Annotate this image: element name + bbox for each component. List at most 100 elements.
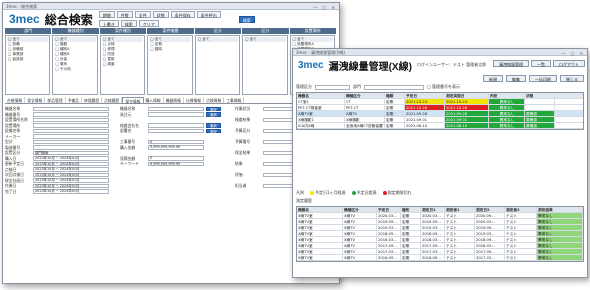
history-cell: テスト [445, 249, 475, 254]
legend-text: 測定期限切れ [387, 190, 412, 195]
select-button[interactable]: 選択 [206, 128, 221, 133]
form-input[interactable] [148, 106, 204, 111]
form-row: 完了日 2023年10月 ~ 2024年01月 [5, 189, 115, 195]
form-input[interactable]: 2023年10月 ~ 2024年01月 [33, 172, 109, 177]
form-input[interactable] [33, 112, 109, 117]
action-button[interactable]: 閉じる [560, 75, 584, 82]
history-cell: 2018.03... [475, 243, 505, 248]
form-input[interactable] [33, 128, 109, 133]
toolbar-button[interactable]: クリア [138, 20, 159, 27]
toolbar-button[interactable]: 条件保存 [170, 11, 195, 18]
column-header[interactable]: 種別 [401, 207, 421, 212]
filter-select[interactable] [315, 84, 350, 90]
action-button[interactable]: 新規 [483, 75, 503, 82]
header-nav-button[interactable]: 漏洩線量管理 [493, 60, 529, 67]
filter-box-all-checkbox[interactable]: □ 全て [196, 37, 239, 42]
history-cell: X線TV [343, 231, 377, 236]
tab-item[interactable]: 仕様情報 [184, 97, 205, 103]
toolbar-button[interactable]: 全件 [134, 11, 151, 18]
form-input[interactable]: 2023年10月 ~ 2024年01月 [33, 178, 109, 183]
history-cell: 2019.03... [475, 231, 505, 236]
column-header[interactable]: 状態 [525, 93, 555, 98]
column-header[interactable]: 測定者2 [505, 207, 537, 212]
filter-box-all-checkbox[interactable]: □ 全て [244, 37, 286, 42]
action-button[interactable]: 一括印刷 [529, 75, 557, 82]
form-input[interactable] [33, 139, 109, 144]
column-header[interactable]: 測定日2 [475, 207, 505, 212]
form-input[interactable]: 2023年10月 ~ 2024年01月 [33, 156, 109, 161]
tab-item[interactable]: 保全情報 [25, 97, 46, 103]
window-controls[interactable]: — ▢ ✕ [313, 4, 337, 11]
tab-item[interactable]: 予備品 [66, 97, 82, 103]
table-cell: 2021.08.10 [445, 123, 489, 128]
filter-checkbox-item[interactable]: □ 調査 [102, 62, 143, 67]
form-input[interactable]: 2023年10月 ~ 2024年01月 [33, 161, 109, 166]
toolbar-button[interactable]: 検索 [120, 20, 137, 27]
history-row[interactable]: X線TV室 X線TV 2016.09... 定期 2016.09... テスト 2017.0… [297, 255, 583, 261]
form-input[interactable]: 部門検索 [33, 150, 109, 155]
form-input[interactable]: 2023年10月 ~ 2024年01月 [33, 183, 109, 188]
filter-checkbox-item[interactable]: □ 臨時 [149, 47, 190, 52]
form-input[interactable] [148, 123, 204, 128]
form-row: 部署名 選択 [120, 128, 230, 134]
column-header[interactable]: 予定日 [405, 93, 445, 98]
tab-item[interactable]: 点検履歴 [102, 97, 123, 103]
form-input[interactable] [33, 145, 109, 150]
select-button[interactable]: 選択 [206, 112, 221, 117]
tab-item[interactable]: 部品管理 [45, 97, 66, 103]
toolbar-button[interactable]: 条件呼出 [196, 11, 221, 18]
form-input[interactable] [33, 117, 109, 122]
toolbar-button[interactable]: 状態 [152, 11, 169, 18]
form-input[interactable] [148, 128, 204, 133]
tab-item[interactable]: 台帳情報 [5, 97, 26, 103]
column-header[interactable]: 種類 [385, 93, 405, 98]
select-button[interactable]: 選択 [206, 106, 221, 111]
filter-checkbox-item[interactable]: □ 製造部 [7, 57, 48, 62]
tab-item[interactable]: 購入情報 [144, 97, 164, 103]
history-cell: 2017.03... [421, 249, 445, 254]
tab-item[interactable]: 工事情報 [224, 97, 245, 103]
header-nav-button[interactable]: 一覧 [531, 60, 551, 67]
column-header[interactable]: 測定結果 [537, 207, 583, 212]
toolbar-button[interactable]: 期間 [98, 11, 115, 18]
filter3-label[interactable]: □ 管理番号を表示 [427, 84, 460, 90]
history-cell: テスト [505, 219, 537, 224]
column-header[interactable]: 機器名 [297, 207, 343, 212]
search-button[interactable]: 検索 [238, 15, 255, 23]
column-header[interactable]: 測定者1 [445, 207, 475, 212]
filter2-select[interactable] [364, 84, 424, 90]
table-cell: 2021.10.24 [405, 99, 445, 104]
form-input[interactable] [33, 134, 109, 139]
form-input[interactable]: 9,999,999,999.99 [148, 161, 204, 166]
tab-item[interactable]: 機器情報 [164, 97, 184, 103]
table-row[interactable]: ICU内X線 全身用X線CT診断装置 定期 2021.08.10 2021.08.10 異… [297, 123, 583, 129]
tab-item[interactable]: 修理履歴 [82, 97, 103, 103]
form-input[interactable]: 0 [148, 156, 204, 161]
table-cell: 定期 [385, 99, 405, 104]
window-title: 3mec - 総合検索 [6, 4, 38, 9]
tab-item[interactable]: 点検情報 [204, 97, 225, 103]
tab-item[interactable]: 保守情報 [122, 97, 144, 104]
column-header[interactable]: 測定日1 [421, 207, 445, 212]
select-button[interactable]: 選択 [206, 123, 221, 128]
toolbar-button[interactable]: 件数 [116, 11, 133, 18]
column-header[interactable]: 判定 [489, 93, 525, 98]
form-input[interactable]: 0 [148, 139, 204, 144]
form-input[interactable] [148, 112, 204, 117]
window2-controls[interactable]: — ▢ ✕ [561, 50, 585, 57]
column-header[interactable]: 機種区分 [343, 207, 377, 212]
form-input[interactable]: 2023年10月 ~ 2024年01月 [33, 167, 109, 172]
action-button[interactable]: 編集 [506, 75, 526, 82]
filter-checkbox-item[interactable]: □ その他 [54, 67, 95, 72]
column-header[interactable]: 測定実施日 [445, 93, 489, 98]
column-header[interactable]: 機種区分 [345, 93, 385, 98]
form-input[interactable]: 9,999,999,999.99 [148, 145, 204, 150]
header-nav-button[interactable]: ログアウト [553, 60, 585, 67]
table-empty-area [293, 131, 587, 186]
column-header[interactable]: 予定日 [377, 207, 401, 212]
column-header[interactable]: 機器名 [297, 93, 345, 98]
toolbar-button[interactable]: 上書き [98, 20, 119, 27]
form-input[interactable]: 2023年10月 ~ 2024年01月 [33, 189, 109, 194]
form-input[interactable] [33, 123, 109, 128]
form-input[interactable] [33, 106, 109, 111]
